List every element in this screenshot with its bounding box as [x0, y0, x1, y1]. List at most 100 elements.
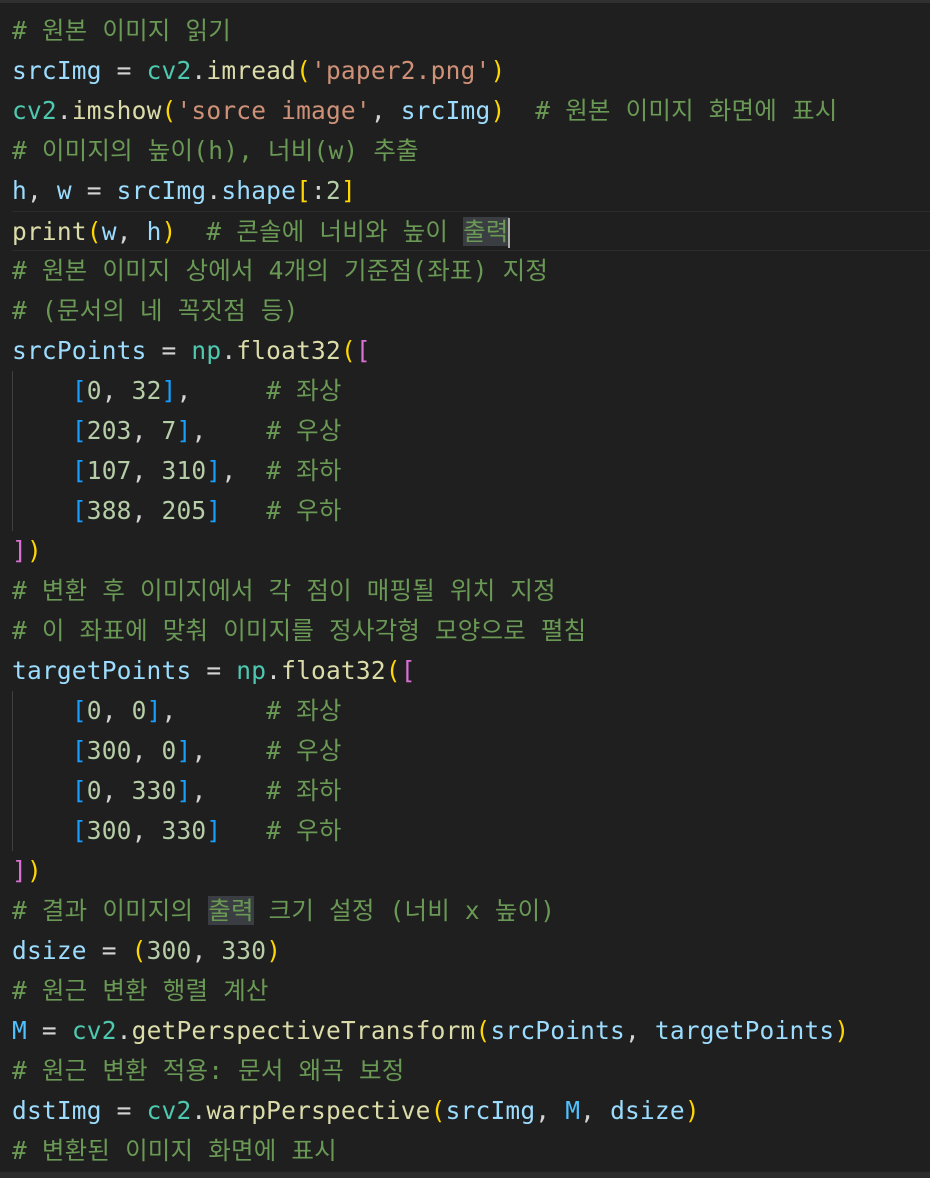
code-lines: # 원본 이미지 읽기 srcImg = cv2.imread('paper2.p…	[12, 11, 930, 1171]
code-token: 388	[86, 496, 132, 525]
code-token: [	[71, 416, 87, 445]
code-token: ,	[191, 416, 267, 445]
code-token: # 원본 이미지 화면에 표시	[535, 96, 838, 125]
code-line[interactable]: # 원본 이미지 상에서 4개의 기준점(좌표) 지정	[12, 251, 930, 291]
code-token: srcImg	[12, 56, 102, 85]
code-token: w	[56, 176, 72, 205]
code-line[interactable]: # 원본 이미지 읽기	[12, 11, 930, 51]
code-token: # 원본 이미지 상에서 4개의 기준점(좌표) 지정	[12, 256, 549, 285]
code-token: ,	[176, 376, 267, 405]
code-token: ,	[26, 176, 57, 205]
code-token: # 우하	[266, 816, 342, 845]
code-line[interactable]: ])	[12, 851, 930, 891]
code-token: h	[146, 217, 162, 246]
code-token: .	[56, 96, 72, 125]
code-token: 330	[131, 776, 177, 805]
code-token: .	[191, 56, 207, 85]
code-line[interactable]: M = cv2.getPerspectiveTransform(srcPoint…	[12, 1011, 930, 1051]
code-line[interactable]: # 결과 이미지의 출력 크기 설정 (너비 x 높이)	[12, 891, 930, 931]
code-token: # 원근 변환 행렬 계산	[12, 976, 269, 1005]
code-line[interactable]: targetPoints = np.float32([	[12, 651, 930, 691]
code-line[interactable]: # 이미지의 높이(h), 너비(w) 추출	[12, 131, 930, 171]
code-token: 107	[86, 456, 132, 485]
code-token: .	[221, 336, 237, 365]
code-token: getPerspectiveTransform	[131, 1016, 476, 1045]
code-token: ]	[176, 736, 192, 765]
code-token: =	[26, 1016, 72, 1045]
code-token: # 좌하	[266, 776, 342, 805]
code-line[interactable]: [0, 330], # 좌하	[12, 771, 930, 811]
code-token: [	[71, 776, 87, 805]
code-token: 0	[161, 736, 177, 765]
code-token: # (문서의 네 꼭짓점 등)	[12, 296, 299, 325]
code-token: srcImg	[116, 176, 207, 205]
code-token: )	[161, 217, 177, 246]
code-token: ,	[101, 696, 132, 725]
code-editor[interactable]: # 원본 이미지 읽기 srcImg = cv2.imread('paper2.p…	[0, 0, 930, 1178]
code-line[interactable]: # 변환 후 이미지에서 각 점이 매핑될 위치 지정	[12, 571, 930, 611]
code-token: ]	[161, 376, 177, 405]
code-token: [	[71, 736, 87, 765]
code-token: ,	[625, 1016, 655, 1045]
code-line[interactable]: srcImg = cv2.imread('paper2.png')	[12, 51, 930, 91]
code-token: .	[116, 1016, 132, 1045]
code-token: .	[191, 1096, 207, 1125]
code-token: (	[430, 1096, 446, 1125]
code-token: =	[101, 1096, 147, 1125]
code-line[interactable]: [0, 0], # 좌상	[12, 691, 930, 731]
code-line[interactable]: ])	[12, 531, 930, 571]
code-token: dsize	[12, 936, 87, 965]
code-line[interactable]: # 원근 변환 행렬 계산	[12, 971, 930, 1011]
code-token: # 결과 이미지의	[12, 896, 209, 925]
code-token: imshow	[71, 96, 162, 125]
code-token: cv2	[146, 1096, 192, 1125]
code-line[interactable]: [203, 7], # 우상	[12, 411, 930, 451]
code-line[interactable]: h, w = srcImg.shape[:2]	[12, 171, 930, 211]
code-line[interactable]: [0, 32], # 좌상	[12, 371, 930, 411]
code-token: ,	[535, 1096, 566, 1125]
code-line[interactable]: [300, 0], # 우상	[12, 731, 930, 771]
code-line[interactable]: cv2.imshow('sorce image', srcImg) # 원본 이…	[12, 91, 930, 131]
code-token: cv2	[12, 96, 57, 125]
highlighted-token: 출력	[208, 896, 254, 925]
code-token: =	[146, 336, 192, 365]
code-line[interactable]: dstImg = cv2.warpPerspective(srcImg, M, …	[12, 1091, 930, 1131]
text-cursor	[507, 218, 510, 248]
code-line[interactable]: # 이 좌표에 맞춰 이미지를 정사각형 모양으로 펼침	[12, 611, 930, 651]
code-token: 0	[86, 696, 102, 725]
editor-bottom-border	[0, 1172, 930, 1178]
code-token: # 좌하	[266, 456, 342, 485]
code-token: 0	[131, 696, 147, 725]
code-token: .	[266, 656, 282, 685]
code-line[interactable]: # 변환된 이미지 화면에 표시	[12, 1131, 930, 1171]
code-line[interactable]: print(w, h) # 콘솔에 너비와 높이 출력	[12, 211, 930, 251]
code-line[interactable]: [388, 205] # 우하	[12, 491, 930, 531]
code-token: 330	[221, 936, 267, 965]
code-token: [	[71, 816, 87, 845]
code-token: ,	[131, 736, 162, 765]
code-token: (	[385, 656, 401, 685]
code-token: =	[101, 56, 147, 85]
code-line[interactable]: # 원근 변환 적용: 문서 왜곡 보정	[12, 1051, 930, 1091]
code-token: # 이미지의 높이(h), 너비(w) 추출	[12, 136, 419, 165]
code-token: np	[191, 336, 222, 365]
code-token: srcPoints	[12, 336, 147, 365]
code-token: 2	[326, 176, 341, 205]
code-token: =	[71, 176, 117, 205]
code-token: ]	[12, 536, 27, 565]
code-line[interactable]: [300, 330] # 우하	[12, 811, 930, 851]
code-line[interactable]: dsize = (300, 330)	[12, 931, 930, 971]
code-token: (	[296, 56, 312, 85]
code-token: 7	[161, 416, 177, 445]
code-line[interactable]: [107, 310], # 좌하	[12, 451, 930, 491]
code-line[interactable]: srcPoints = np.float32([	[12, 331, 930, 371]
code-token: [	[71, 696, 87, 725]
code-token: 330	[161, 816, 207, 845]
code-line[interactable]: # (문서의 네 꼭짓점 등)	[12, 291, 930, 331]
code-token: [	[355, 336, 371, 365]
code-token: ,	[116, 217, 147, 246]
